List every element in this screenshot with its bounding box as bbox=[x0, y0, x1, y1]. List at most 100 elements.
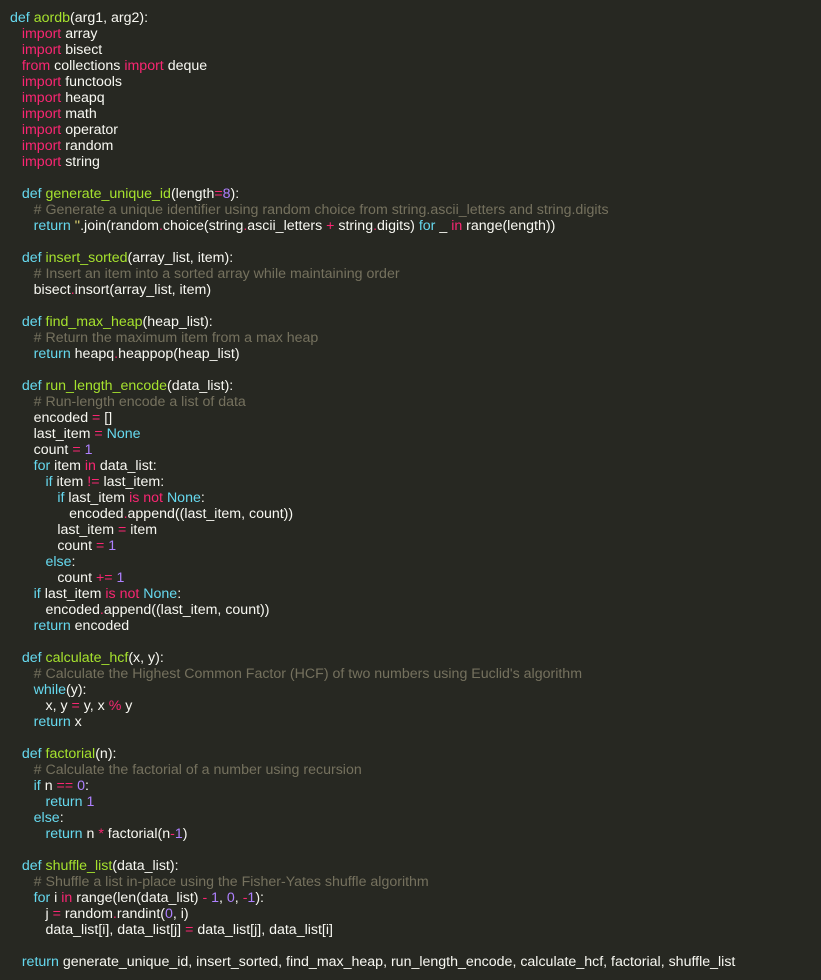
text-token: encoded bbox=[45, 602, 100, 618]
keyword-token: if bbox=[45, 474, 53, 490]
code-line: return x bbox=[10, 714, 821, 730]
function-name-token: find_max_heap bbox=[45, 314, 143, 330]
operator-token: = bbox=[214, 186, 223, 202]
code-line: x, y = y, x % y bbox=[10, 698, 821, 714]
number-token: 1 bbox=[174, 826, 183, 842]
text-token: : bbox=[200, 490, 205, 506]
keyword-token: else bbox=[45, 554, 72, 570]
code-line: for i in range(len(data_list) - 1, 0, -1… bbox=[10, 890, 821, 906]
keyword-token: if bbox=[33, 586, 41, 602]
code-line: if n == 0: bbox=[10, 778, 821, 794]
code-line: else: bbox=[10, 810, 821, 826]
keyword-token: None bbox=[106, 426, 141, 442]
import-keyword-token: import bbox=[21, 90, 62, 106]
keyword-token: None bbox=[143, 586, 178, 602]
text-token: bisect bbox=[61, 42, 103, 58]
text-token: count bbox=[57, 570, 96, 586]
code-editor[interactable]: def aordb(arg1, arg2): import array impo… bbox=[0, 0, 821, 980]
number-token: 8 bbox=[222, 186, 231, 202]
text-token: , bbox=[219, 890, 227, 906]
text-token: item bbox=[52, 474, 88, 490]
code-line: # Calculate the factorial of a number us… bbox=[10, 762, 821, 778]
text-token: count bbox=[33, 442, 73, 458]
keyword-token: while bbox=[33, 682, 66, 698]
code-line: if item != last_item: bbox=[10, 474, 821, 490]
text-token: deque bbox=[163, 58, 208, 74]
operator-token: in bbox=[451, 218, 463, 234]
text-token: n bbox=[40, 778, 57, 794]
text-token: collections bbox=[50, 58, 125, 74]
code-line: else: bbox=[10, 554, 821, 570]
text-token: choice(string bbox=[162, 218, 244, 234]
operator-token: == bbox=[56, 778, 74, 794]
operator-token: = bbox=[52, 906, 61, 922]
function-name-token: aordb bbox=[33, 10, 70, 26]
number-token: 0 bbox=[77, 778, 85, 794]
keyword-token: else bbox=[33, 810, 60, 826]
code-line: def find_max_heap(heap_list): bbox=[10, 314, 821, 330]
text-token: insort(array_list, item) bbox=[74, 282, 212, 298]
text-token: append((last_item, count)) bbox=[127, 506, 294, 522]
code-line: def generate_unique_id(length=8): bbox=[10, 186, 821, 202]
text-token: encoded bbox=[70, 618, 130, 634]
text-token: math bbox=[61, 106, 97, 122]
code-line: import random bbox=[10, 138, 821, 154]
text-token: ascii_letters bbox=[247, 218, 327, 234]
import-keyword-token: import bbox=[21, 122, 62, 138]
number-token: 1 bbox=[211, 890, 220, 906]
keyword-token: return bbox=[21, 954, 59, 970]
text-token: (data_list): bbox=[167, 378, 234, 394]
keyword-token: def bbox=[21, 378, 42, 394]
number-token: 0 bbox=[164, 906, 173, 922]
keyword-token: def bbox=[10, 10, 30, 26]
code-line: while(y): bbox=[10, 682, 821, 698]
keyword-token: for bbox=[33, 458, 51, 474]
text-token: data_list[j], data_list[i] bbox=[193, 922, 333, 938]
text-token: ): bbox=[255, 890, 264, 906]
code-line: if last_item is not None: bbox=[10, 586, 821, 602]
text-token: : bbox=[71, 554, 76, 570]
code-line: # Insert an item into a sorted array whi… bbox=[10, 266, 821, 282]
code-line: import bisect bbox=[10, 42, 821, 58]
text-token: y, x bbox=[79, 698, 109, 714]
code-line: # Generate a unique identifier using ran… bbox=[10, 202, 821, 218]
number-token: 1 bbox=[116, 570, 125, 586]
function-name-token: factorial bbox=[45, 746, 96, 762]
text-token: x, y bbox=[45, 698, 72, 714]
text-token: (heap_list): bbox=[142, 314, 213, 330]
code-line: import operator bbox=[10, 122, 821, 138]
text-token: data_list: bbox=[95, 458, 157, 474]
comment-token: # Run-length encode a list of data bbox=[33, 394, 246, 410]
text-token: [] bbox=[100, 410, 113, 426]
operator-token: is not bbox=[129, 490, 163, 506]
text-token: randint( bbox=[116, 906, 165, 922]
code-line: return encoded bbox=[10, 618, 821, 634]
text-token: last_item bbox=[33, 426, 95, 442]
